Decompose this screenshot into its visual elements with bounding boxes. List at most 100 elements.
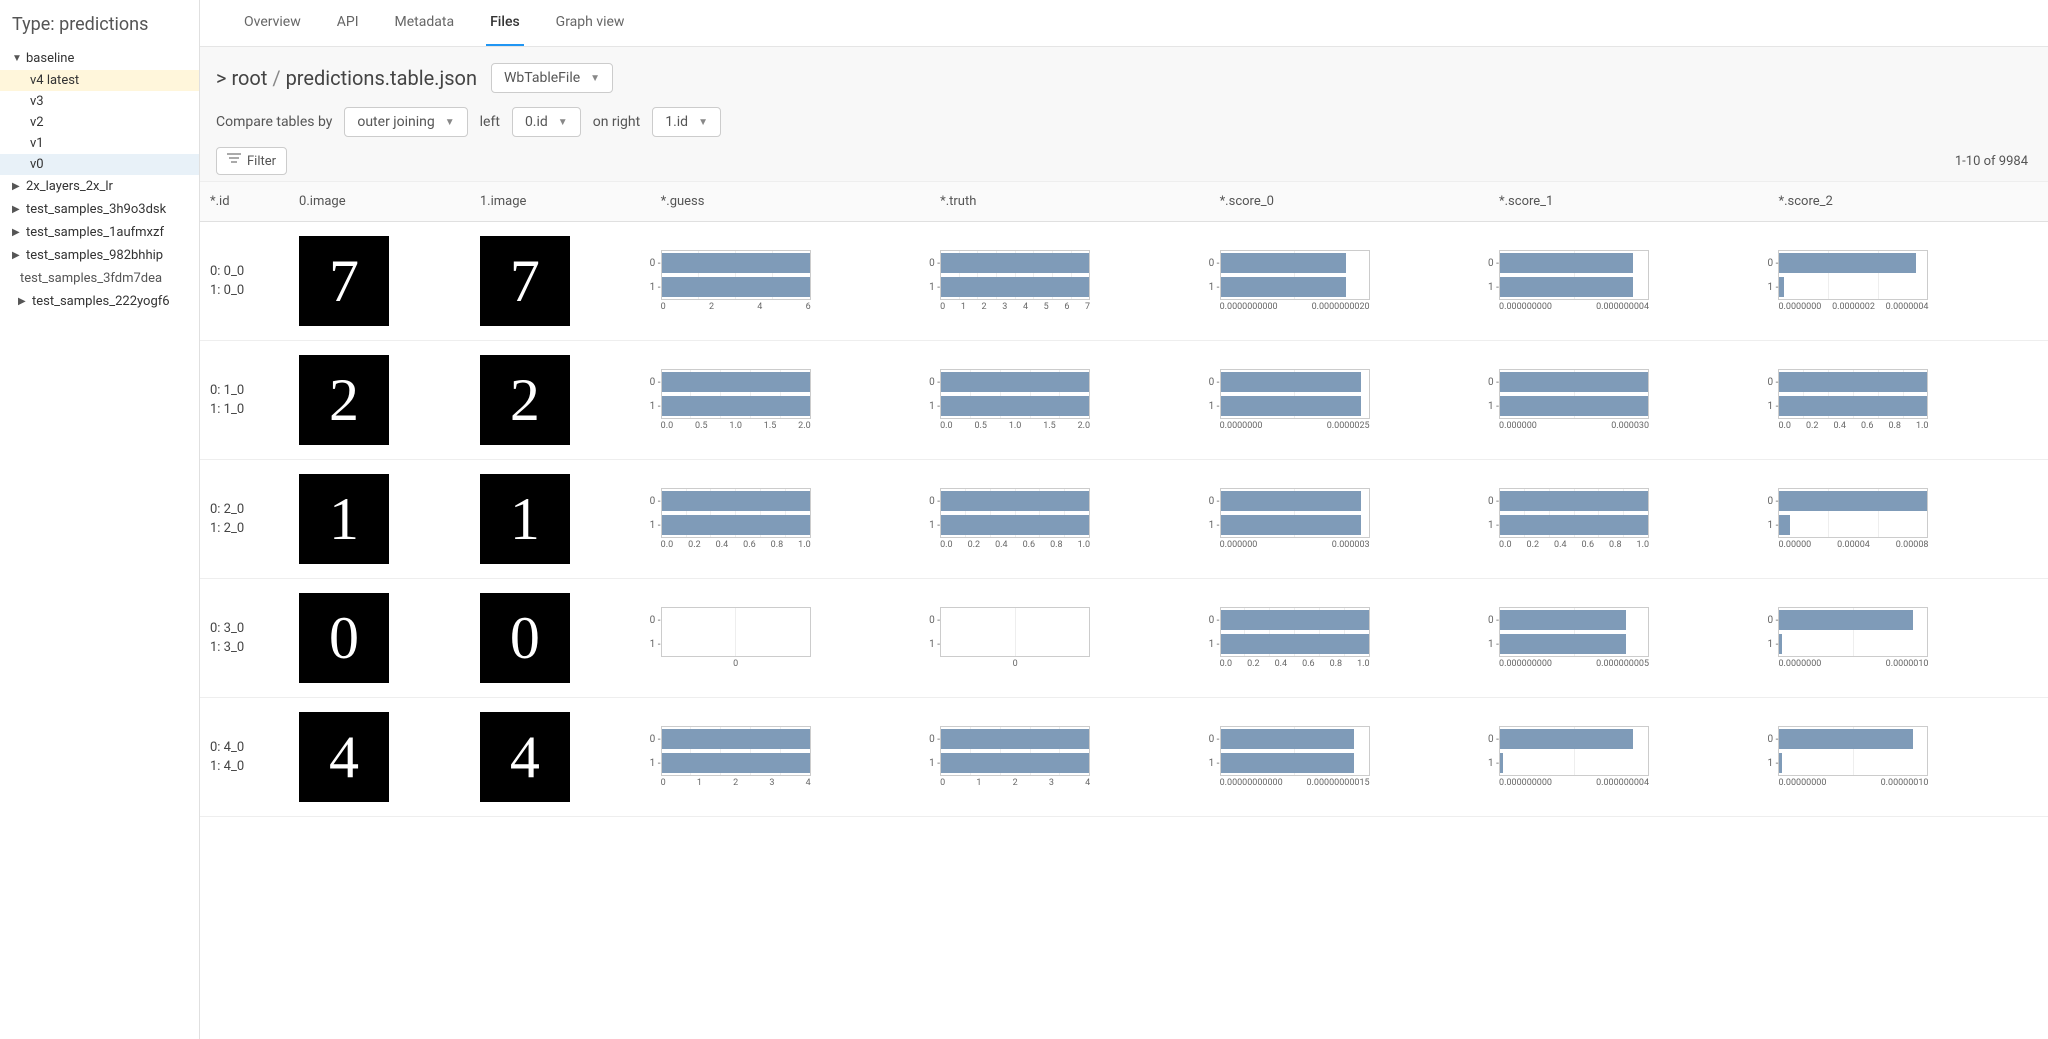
tab-graph-view[interactable]: Graph view — [552, 0, 629, 46]
cell-chart: 0 -1 -01234 — [930, 698, 1209, 817]
table-row: 0: 2_01: 2_0110 -1 -0.00.20.40.60.81.00 … — [200, 460, 2048, 579]
cell-chart: 0 -1 -0.000000.000040.00008 — [1768, 460, 2048, 579]
pager: 1-10 of 9984 — [1955, 154, 2032, 169]
column-header[interactable]: 0.image — [289, 182, 470, 222]
breadcrumb-prefix: > — [216, 66, 226, 90]
table-row: 0: 1_01: 1_0220 -1 -0.00.51.01.52.00 -1 … — [200, 341, 2048, 460]
cell-chart: 0 -1 -0.00000000.00000020.0000004 — [1768, 222, 2048, 341]
left-key-value: 0.id — [525, 114, 548, 130]
sidebar: Type: predictions ▼baselinev4 latestv3v2… — [0, 0, 200, 1039]
digit-image: 7 — [299, 236, 389, 326]
mini-chart: 0 -1 -0.00.20.40.60.81.0 — [1778, 369, 1928, 431]
mini-chart: 0 -1 -0.00.20.40.60.81.0 — [1499, 488, 1649, 550]
mini-chart: 0 -1 -0.00.20.40.60.81.0 — [661, 488, 811, 550]
breadcrumb: > root / predictions.table.json — [216, 66, 477, 90]
tab-overview[interactable]: Overview — [240, 0, 305, 46]
column-header[interactable]: *.id — [200, 182, 289, 222]
caret-down-icon: ▼ — [590, 73, 600, 84]
mini-chart: 0 -1 -0.0000000.000030 — [1499, 369, 1649, 431]
tree-child[interactable]: v2 — [0, 112, 199, 133]
right-key-select[interactable]: 1.id ▼ — [652, 107, 721, 137]
digit-image: 4 — [299, 712, 389, 802]
tab-files[interactable]: Files — [486, 0, 524, 46]
mini-chart: 0 -1 -0.00000000.00000020.0000004 — [1778, 250, 1928, 312]
tree-node[interactable]: ▶test_samples_1aufmxzf — [0, 221, 199, 244]
tree-child[interactable]: v4 latest — [0, 70, 199, 91]
tree-node[interactable]: ▶test_samples_3h9o3dsk — [0, 198, 199, 221]
cell-image[interactable]: 2 — [470, 341, 651, 460]
column-header[interactable]: *.truth — [930, 182, 1209, 222]
mini-chart: 0 -1 -0.000000.000040.00008 — [1778, 488, 1928, 550]
breadcrumb-separator: / — [272, 66, 285, 90]
cell-image[interactable]: 7 — [289, 222, 470, 341]
join-select[interactable]: outer joining ▼ — [344, 107, 467, 137]
toolbar: > root / predictions.table.json WbTableF… — [200, 47, 2048, 182]
tree-node[interactable]: ▶2x_layers_2x_lr — [0, 175, 199, 198]
digit-image: 0 — [299, 593, 389, 683]
mini-chart: 0 -1 -0.00000000000.0000000020 — [1220, 250, 1370, 312]
mini-chart: 0 -1 -0.00.51.01.52.0 — [940, 369, 1090, 431]
cell-image[interactable]: 7 — [470, 222, 651, 341]
cell-chart: 0 -1 -0.0000000000.000000004 — [1489, 698, 1768, 817]
digit-image: 2 — [480, 355, 570, 445]
cell-chart: 0 -1 -01234 — [651, 698, 930, 817]
cell-image[interactable]: 0 — [470, 579, 651, 698]
tree-node[interactable]: ▶test_samples_982bhhip — [0, 244, 199, 267]
cell-chart: 0 -1 -0.000000000.00000010 — [1768, 698, 2048, 817]
mini-chart: 0 -1 -0.0000000000.000000005 — [1499, 607, 1649, 669]
caret-down-icon: ▼ — [558, 117, 568, 128]
mini-chart: 0 -1 -0246 — [661, 250, 811, 312]
tab-metadata[interactable]: Metadata — [391, 0, 459, 46]
cell-image[interactable]: 1 — [289, 460, 470, 579]
cell-chart: 0 -1 -0 — [930, 579, 1209, 698]
tree-node[interactable]: ▶test_samples_222yogf6 — [0, 290, 199, 313]
mini-chart: 0 -1 -0.0000000000.000000004 — [1499, 726, 1649, 788]
cell-chart: 0 -1 -01234567 — [930, 222, 1209, 341]
cell-chart: 0 -1 -0.00.20.40.60.81.0 — [1489, 460, 1768, 579]
tree-child[interactable]: v3 — [0, 91, 199, 112]
mini-chart: 0 -1 -0.0000000000.000000004 — [1499, 250, 1649, 312]
cell-id: 0: 3_01: 3_0 — [200, 579, 289, 698]
cell-chart: 0 -1 -0.0000000.000030 — [1489, 341, 1768, 460]
cell-image[interactable]: 0 — [289, 579, 470, 698]
cell-chart: 0 -1 -0.00.20.40.60.81.0 — [1768, 341, 2048, 460]
cell-chart: 0 -1 -0.0000000000.000000005 — [1489, 579, 1768, 698]
cell-image[interactable]: 2 — [289, 341, 470, 460]
tree-node[interactable]: ▼baseline — [0, 47, 199, 70]
filter-button[interactable]: Filter — [216, 147, 287, 175]
cell-id: 0: 4_01: 4_0 — [200, 698, 289, 817]
tree-loose[interactable]: test_samples_3fdm7dea — [0, 267, 199, 290]
mini-chart: 0 -1 -0.0000000.000003 — [1220, 488, 1370, 550]
breadcrumb-root[interactable]: root — [231, 66, 267, 90]
left-key-select[interactable]: 0.id ▼ — [512, 107, 581, 137]
mini-chart: 0 -1 -0.00.20.40.60.81.0 — [1220, 607, 1370, 669]
cell-id: 0: 0_01: 0_0 — [200, 222, 289, 341]
cell-chart: 0 -1 -0.00.51.01.52.0 — [651, 341, 930, 460]
filter-icon — [227, 153, 241, 169]
filetype-select[interactable]: WbTableFile ▼ — [491, 63, 613, 93]
tab-api[interactable]: API — [333, 0, 363, 46]
cell-chart: 0 -1 -0.0000000.000003 — [1210, 460, 1489, 579]
cell-chart: 0 -1 -0.00.51.01.52.0 — [930, 341, 1209, 460]
mini-chart: 0 -1 -0 — [661, 607, 811, 669]
column-header[interactable]: *.score_1 — [1489, 182, 1768, 222]
column-header[interactable]: 1.image — [470, 182, 651, 222]
tree-child[interactable]: v0 — [0, 154, 199, 175]
tree-child[interactable]: v1 — [0, 133, 199, 154]
table-row: 0: 0_01: 0_0770 -1 -02460 -1 -012345670 … — [200, 222, 2048, 341]
caret-down-icon: ▼ — [445, 117, 455, 128]
compare-label: Compare tables by — [216, 114, 332, 130]
main-panel: Overview API Metadata Files Graph view > roo… — [200, 0, 2048, 1039]
cell-chart: 0 -1 -0246 — [651, 222, 930, 341]
cell-chart: 0 -1 -0.000000000000.00000000015 — [1210, 698, 1489, 817]
filter-label: Filter — [247, 154, 276, 169]
column-header[interactable]: *.guess — [651, 182, 930, 222]
cell-image[interactable]: 1 — [470, 460, 651, 579]
digit-image: 1 — [299, 474, 389, 564]
cell-image[interactable]: 4 — [289, 698, 470, 817]
column-header[interactable]: *.score_2 — [1768, 182, 2048, 222]
filetype-select-value: WbTableFile — [504, 70, 580, 86]
cell-image[interactable]: 4 — [470, 698, 651, 817]
column-header[interactable]: *.score_0 — [1210, 182, 1489, 222]
breadcrumb-file: predictions.table.json — [286, 66, 477, 90]
